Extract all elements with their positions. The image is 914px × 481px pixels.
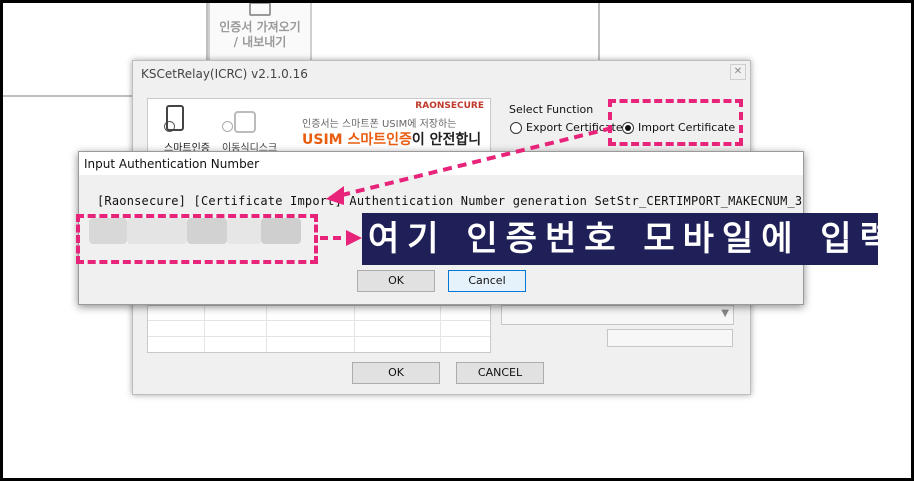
annotation-note: 여기 인증번호 모바일에 입력: [362, 213, 891, 265]
